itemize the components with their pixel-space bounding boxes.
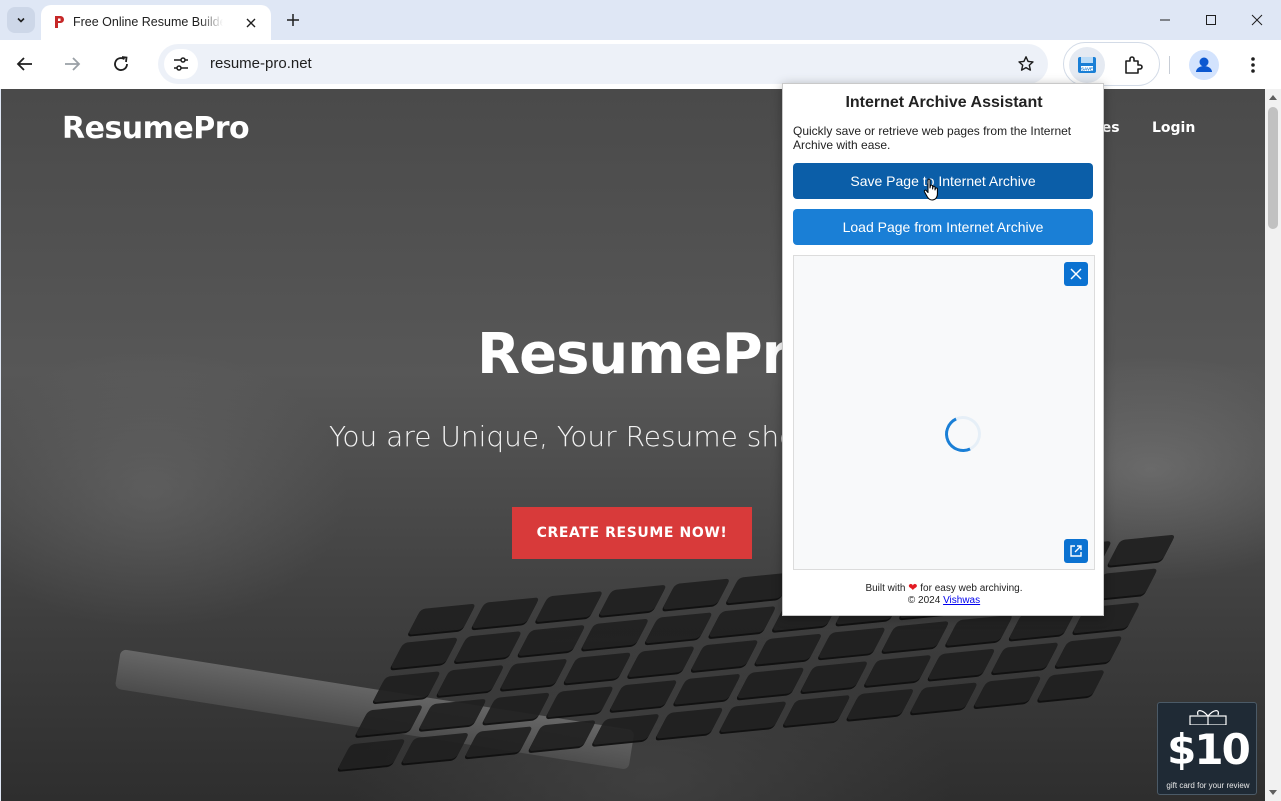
profile-button[interactable]: [1189, 50, 1219, 80]
url-text[interactable]: resume-pro.net: [210, 55, 312, 72]
kebab-menu-icon: [1251, 57, 1255, 73]
popup-description: Quickly save or retrieve web pages from …: [793, 124, 1072, 152]
maximize-button[interactable]: [1188, 0, 1234, 40]
tune-icon: [174, 57, 188, 71]
built-with-line: Built with ❤ for easy web archiving.: [783, 582, 1105, 595]
forward-button[interactable]: [56, 48, 88, 80]
hero-title: ResumePro: [477, 322, 827, 387]
back-button[interactable]: [9, 48, 41, 80]
resumepro-favicon-icon: [51, 14, 67, 30]
load-from-archive-button[interactable]: Load Page from Internet Archive: [793, 209, 1093, 245]
active-tab[interactable]: Free Online Resume Builder | ResumePro: [41, 5, 271, 40]
tab-close-button[interactable]: [241, 13, 261, 33]
site-info-button[interactable]: [164, 49, 198, 79]
gift-card-caption: gift card for your review: [1166, 781, 1250, 790]
scroll-down-button[interactable]: [1265, 785, 1281, 801]
maximize-icon: [1206, 15, 1216, 25]
back-arrow-icon: [16, 57, 32, 71]
browser-toolbar: resume-pro.net SAVE: [0, 40, 1281, 89]
address-bar[interactable]: resume-pro.net: [158, 44, 1048, 84]
copyright-line: © 2024 Vishwas: [783, 595, 1105, 607]
built-with-prefix: Built with: [865, 583, 906, 594]
svg-text:SAVE: SAVE: [1081, 67, 1093, 72]
hero-subtitle: You are Unique, Your Resume sho: [329, 420, 797, 453]
reload-icon: [114, 56, 128, 71]
heart-icon: ❤: [908, 582, 918, 594]
close-icon: [1070, 268, 1082, 280]
popup-footer: Built with ❤ for easy web archiving. © 2…: [783, 582, 1105, 607]
open-in-new-tab-button[interactable]: [1064, 539, 1088, 563]
minimize-icon: [1160, 19, 1170, 21]
close-result-button[interactable]: [1064, 262, 1088, 286]
caret-down-icon: [1269, 790, 1277, 795]
page-scrollbar[interactable]: [1265, 89, 1281, 801]
chevron-down-icon: [17, 17, 25, 23]
open-external-icon: [1070, 545, 1082, 557]
scrollbar-thumb[interactable]: [1268, 107, 1278, 229]
extensions-area: SAVE: [1063, 42, 1160, 86]
gift-card-badge[interactable]: $10 gift card for your review: [1157, 702, 1257, 795]
avatar-icon: [1196, 57, 1212, 72]
author-link[interactable]: Vishwas: [943, 595, 980, 606]
hand-cursor-icon: [923, 178, 938, 201]
loading-spinner: [939, 410, 987, 458]
caret-up-icon: [1269, 95, 1277, 100]
tab-title: Free Online Resume Builder | ResumePro: [73, 15, 223, 29]
internet-archive-extension-button[interactable]: SAVE: [1069, 47, 1105, 83]
puzzle-icon: [1125, 56, 1143, 74]
internet-archive-popup: Internet Archive Assistant Quickly save …: [782, 83, 1104, 616]
minimize-button[interactable]: [1142, 0, 1188, 40]
create-resume-button[interactable]: CREATE RESUME NOW!: [512, 507, 752, 559]
tab-search-button[interactable]: [7, 7, 35, 33]
gift-card-amount: $10: [1167, 725, 1251, 774]
forward-arrow-icon: [65, 57, 81, 71]
scroll-up-button[interactable]: [1265, 89, 1281, 105]
window-close-button[interactable]: [1234, 0, 1280, 40]
toolbar-separator: [1169, 56, 1170, 74]
popup-title: Internet Archive Assistant: [845, 94, 1043, 111]
internet-archive-save-icon: SAVE: [1078, 57, 1096, 73]
save-to-archive-button[interactable]: Save Page to Internet Archive: [793, 163, 1093, 199]
site-logo[interactable]: ResumePro: [62, 111, 250, 146]
gift-bow-icon: [1189, 710, 1227, 725]
plus-icon: [287, 14, 299, 26]
close-icon: [246, 18, 256, 28]
copyright-text: © 2024: [907, 595, 941, 606]
close-icon: [1251, 14, 1263, 26]
bookmark-button[interactable]: [1016, 54, 1036, 74]
star-icon: [1018, 56, 1034, 71]
archive-result-panel: [793, 255, 1095, 570]
reload-button[interactable]: [105, 48, 137, 80]
built-with-suffix: for easy web archiving.: [920, 583, 1023, 594]
browser-menu-button[interactable]: [1240, 52, 1266, 78]
tab-strip: Free Online Resume Builder | ResumePro: [0, 0, 1281, 40]
new-tab-button[interactable]: [282, 9, 304, 31]
nav-login-link[interactable]: Login: [1152, 120, 1195, 136]
extensions-menu-button[interactable]: [1119, 51, 1147, 79]
